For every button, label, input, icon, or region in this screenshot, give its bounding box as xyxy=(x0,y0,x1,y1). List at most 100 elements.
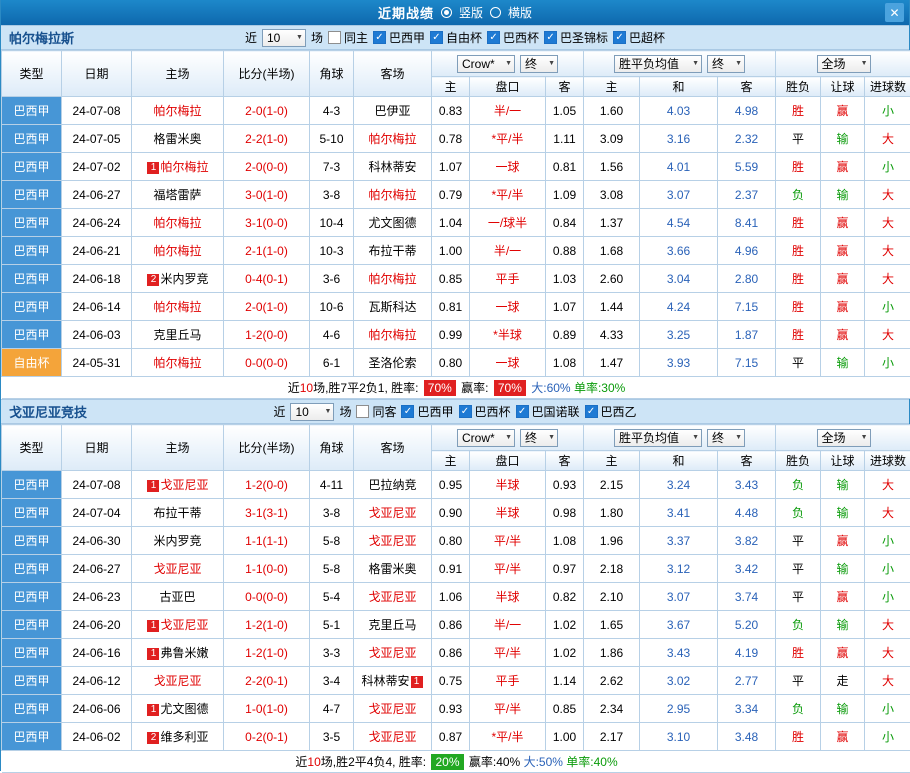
handicap-result-cell: 输 xyxy=(821,181,865,209)
filter-checkbox-5[interactable]: ✓巴超杯 xyxy=(613,29,665,46)
home-team-cell: 2维多利亚 xyxy=(132,723,224,751)
final-select[interactable]: 终▼ xyxy=(707,55,745,73)
match-row: 巴西甲 24-06-30 米内罗竞 1-1(1-1) 5-8 戈亚尼亚 0.80… xyxy=(2,527,910,555)
scope-select[interactable]: 全场▼ xyxy=(817,429,871,447)
filter-checkbox-0[interactable]: 同主 xyxy=(328,29,368,46)
goals-cell: 小 xyxy=(865,97,910,125)
radio-horizontal[interactable] xyxy=(490,7,501,18)
score-cell: 2-0(1-0) xyxy=(224,293,310,321)
summary-record: 场,胜7平2负1, 胜率: xyxy=(313,381,418,395)
ah-home-odds: 0.80 xyxy=(432,349,470,377)
filter-checkbox-4[interactable]: ✓巴西乙 xyxy=(585,403,637,420)
bookmaker-select[interactable]: Crow*▼ xyxy=(457,55,515,73)
eu-home-odds: 2.18 xyxy=(584,555,640,583)
match-row: 巴西甲 24-06-18 2米内罗竞 0-4(0-1) 3-6 帕尔梅拉 0.8… xyxy=(2,265,910,293)
eu-away-odds: 5.20 xyxy=(718,611,776,639)
handicap-result-cell: 输 xyxy=(821,499,865,527)
ah-home-odds: 0.86 xyxy=(432,611,470,639)
score-cell: 3-0(1-0) xyxy=(224,181,310,209)
eu-draw-odds: 3.02 xyxy=(640,667,718,695)
match-row: 巴西甲 24-06-02 2维多利亚 0-2(0-1) 3-5 戈亚尼亚 0.8… xyxy=(2,723,910,751)
ah-home-odds: 1.06 xyxy=(432,583,470,611)
recent-count-select[interactable]: 10▼ xyxy=(290,403,334,421)
goals-cell: 小 xyxy=(865,723,910,751)
filter-checkbox-1[interactable]: ✓巴西甲 xyxy=(373,29,425,46)
europe-odds-select[interactable]: 胜平负均值▼ xyxy=(614,429,702,447)
team-name-text: 帕尔梅拉 xyxy=(160,160,208,174)
corner-cell: 5-8 xyxy=(310,527,354,555)
final-select[interactable]: 终▼ xyxy=(520,55,558,73)
radio-vertical-label[interactable]: 竖版 xyxy=(459,4,483,21)
handicap-cell: 半球 xyxy=(470,499,546,527)
home-team-cell: 1弗鲁米嫩 xyxy=(132,639,224,667)
filter-checkbox-1[interactable]: ✓巴西甲 xyxy=(401,403,453,420)
subcol-eu-draw: 和 xyxy=(640,451,718,471)
date-cell: 24-07-05 xyxy=(62,125,132,153)
match-row: 巴西甲 24-06-27 福塔雷萨 3-0(1-0) 3-8 帕尔梅拉 0.79… xyxy=(2,181,910,209)
summary-row: 近10场,胜7平2负1, 胜率: 70% 赢率: 70% 大:60% 单率:30… xyxy=(2,377,910,399)
filter-checkbox-4[interactable]: ✓巴圣锦标 xyxy=(544,29,608,46)
eu-draw-odds: 3.16 xyxy=(640,125,718,153)
eu-draw-odds: 4.01 xyxy=(640,153,718,181)
eu-draw-odds: 3.07 xyxy=(640,583,718,611)
ah-home-odds: 0.86 xyxy=(432,639,470,667)
corner-cell: 3-3 xyxy=(310,639,354,667)
recent-count-select[interactable]: 10▼ xyxy=(262,29,306,47)
date-cell: 24-07-02 xyxy=(62,153,132,181)
corner-cell: 3-6 xyxy=(310,265,354,293)
filter-checkbox-0[interactable]: 同客 xyxy=(356,403,396,420)
big-rate: 大:50% xyxy=(524,755,563,769)
team-name-text: 戈亚尼亚 xyxy=(160,618,208,632)
filter-checkbox-3[interactable]: ✓巴西杯 xyxy=(487,29,539,46)
close-icon: ✕ xyxy=(889,6,899,20)
filter-checkbox-2[interactable]: ✓巴西杯 xyxy=(459,403,511,420)
handicap-cell: 半/一 xyxy=(470,97,546,125)
score-cell: 1-2(1-0) xyxy=(224,611,310,639)
team-name-text: 克里丘马 xyxy=(368,618,416,632)
eu-home-odds: 1.96 xyxy=(584,527,640,555)
filter-checkbox-2[interactable]: ✓自由杯 xyxy=(430,29,482,46)
europe-odds-select[interactable]: 胜平负均值▼ xyxy=(614,55,702,73)
col-score: 比分(半场) xyxy=(224,425,310,471)
dialog-title: 近期战绩 xyxy=(378,3,434,22)
ah-away-odds: 0.88 xyxy=(546,237,584,265)
league-cell: 巴西甲 xyxy=(2,293,62,321)
subcol-handicap-result: 让球 xyxy=(821,451,865,471)
ah-away-odds: 1.00 xyxy=(546,723,584,751)
summary-row: 近10场,胜2平4负4, 胜率: 20% 赢率:40% 大:50% 单率:40% xyxy=(2,751,910,773)
home-team-cell: 戈亚尼亚 xyxy=(132,555,224,583)
league-cell: 巴西甲 xyxy=(2,471,62,499)
goals-cell: 大 xyxy=(865,499,910,527)
final-select[interactable]: 终▼ xyxy=(520,429,558,447)
ah-home-odds: 0.78 xyxy=(432,125,470,153)
eu-away-odds: 5.59 xyxy=(718,153,776,181)
games-label: 场 xyxy=(311,29,323,46)
scope-select[interactable]: 全场▼ xyxy=(817,55,871,73)
rank-badge: 2 xyxy=(147,274,159,286)
team-name-text: 帕尔梅拉 xyxy=(368,328,416,342)
final-select[interactable]: 终▼ xyxy=(707,429,745,447)
filter-checkbox-3[interactable]: ✓巴国诺联 xyxy=(516,403,580,420)
eu-away-odds: 3.48 xyxy=(718,723,776,751)
close-button[interactable]: ✕ xyxy=(885,3,904,22)
team-name-text: 戈亚尼亚 xyxy=(368,534,416,548)
radio-horizontal-label[interactable]: 横版 xyxy=(508,4,532,21)
handicap-result-cell: 赢 xyxy=(821,639,865,667)
away-team-cell: 戈亚尼亚 xyxy=(354,527,432,555)
team-name-text: 帕尔梅拉 xyxy=(153,244,201,258)
summary-cell: 近10场,胜7平2负1, 胜率: 70% 赢率: 70% 大:60% 单率:30… xyxy=(2,377,910,399)
rank-badge: 1 xyxy=(147,620,159,632)
bookmaker-select[interactable]: Crow*▼ xyxy=(457,429,515,447)
goals-cell: 大 xyxy=(865,471,910,499)
eu-home-odds: 2.62 xyxy=(584,667,640,695)
handicap-result-cell: 赢 xyxy=(821,209,865,237)
ah-away-odds: 1.05 xyxy=(546,97,584,125)
chevron-down-icon: ▼ xyxy=(325,408,332,415)
date-cell: 24-07-04 xyxy=(62,499,132,527)
league-cell: 巴西甲 xyxy=(2,97,62,125)
final-select-value: 终 xyxy=(525,429,537,446)
league-cell: 巴西甲 xyxy=(2,125,62,153)
eu-home-odds: 1.37 xyxy=(584,209,640,237)
radio-vertical[interactable] xyxy=(441,7,452,18)
match-row: 巴西甲 24-07-08 1戈亚尼亚 1-2(0-0) 4-11 巴拉纳竞 0.… xyxy=(2,471,910,499)
